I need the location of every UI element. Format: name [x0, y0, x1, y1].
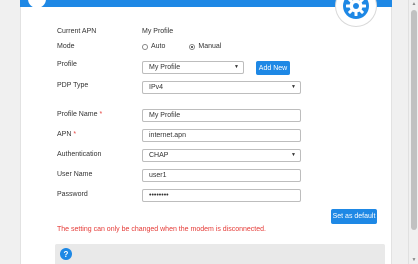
- authentication-select[interactable]: CHAP ▼: [142, 149, 301, 162]
- scroll-up-icon[interactable]: ▲: [411, 1, 417, 7]
- mode-manual-option[interactable]: Manual: [189, 43, 221, 50]
- help-panel: ?: [55, 244, 385, 264]
- profile-select[interactable]: My Profile ▼: [142, 61, 244, 74]
- gear-icon: [343, 0, 369, 19]
- error-message: The setting can only be changed when the…: [57, 226, 266, 233]
- authentication-select-value: CHAP: [149, 152, 169, 159]
- profile-select-value: My Profile: [149, 64, 181, 71]
- set-as-default-button[interactable]: Set as default: [331, 209, 377, 224]
- help-icon[interactable]: ?: [60, 248, 72, 260]
- mode-auto-radio[interactable]: [142, 43, 148, 50]
- profile-name-input-value: My Profile: [149, 112, 181, 119]
- caret-down-icon: ▼: [291, 152, 296, 158]
- profile-name-input[interactable]: My Profile: [142, 109, 301, 122]
- apn-input[interactable]: internet.apn: [142, 129, 301, 142]
- mode-auto-label: Auto: [151, 43, 166, 50]
- pdp-type-select-value: IPv4: [149, 84, 164, 91]
- mode-manual-radio[interactable]: [189, 43, 196, 50]
- pdp-type-select[interactable]: IPv4 ▼: [142, 81, 301, 94]
- apn-input-value: internet.apn: [149, 132, 186, 139]
- profile-name-label: Profile Name *: [57, 111, 102, 118]
- profile-name-label-text: Profile Name: [57, 111, 98, 118]
- mode-manual-label: Manual: [198, 43, 222, 50]
- mode-radio-group: Auto Manual: [142, 43, 221, 50]
- required-marker: *: [73, 131, 77, 138]
- password-input-value: ••••••••: [149, 192, 169, 199]
- scrollbar-thumb[interactable]: [411, 10, 417, 230]
- apn-label: APN *: [57, 131, 76, 138]
- profile-label: Profile: [57, 61, 77, 68]
- caret-down-icon: ▼: [234, 64, 239, 70]
- mode-label: Mode: [57, 43, 75, 50]
- user-name-label: User Name: [57, 171, 93, 178]
- authentication-label: Authentication: [57, 151, 102, 158]
- apn-label-text: APN: [57, 131, 72, 138]
- add-new-button[interactable]: Add New: [256, 61, 290, 75]
- user-name-input-value: user1: [149, 172, 167, 179]
- required-marker: *: [99, 111, 103, 118]
- caret-down-icon: ▼: [291, 84, 296, 90]
- pdp-type-label: PDP Type: [57, 82, 89, 89]
- mode-auto-option[interactable]: Auto: [142, 43, 165, 50]
- password-label: Password: [57, 191, 88, 198]
- user-name-input[interactable]: user1: [142, 169, 301, 182]
- scroll-down-icon[interactable]: ▼: [411, 257, 417, 263]
- current-apn-label: Current APN: [57, 28, 97, 35]
- vertical-scrollbar[interactable]: ▲ ▼: [408, 0, 418, 264]
- password-input[interactable]: ••••••••: [142, 189, 301, 202]
- current-apn-value: My Profile: [142, 28, 174, 35]
